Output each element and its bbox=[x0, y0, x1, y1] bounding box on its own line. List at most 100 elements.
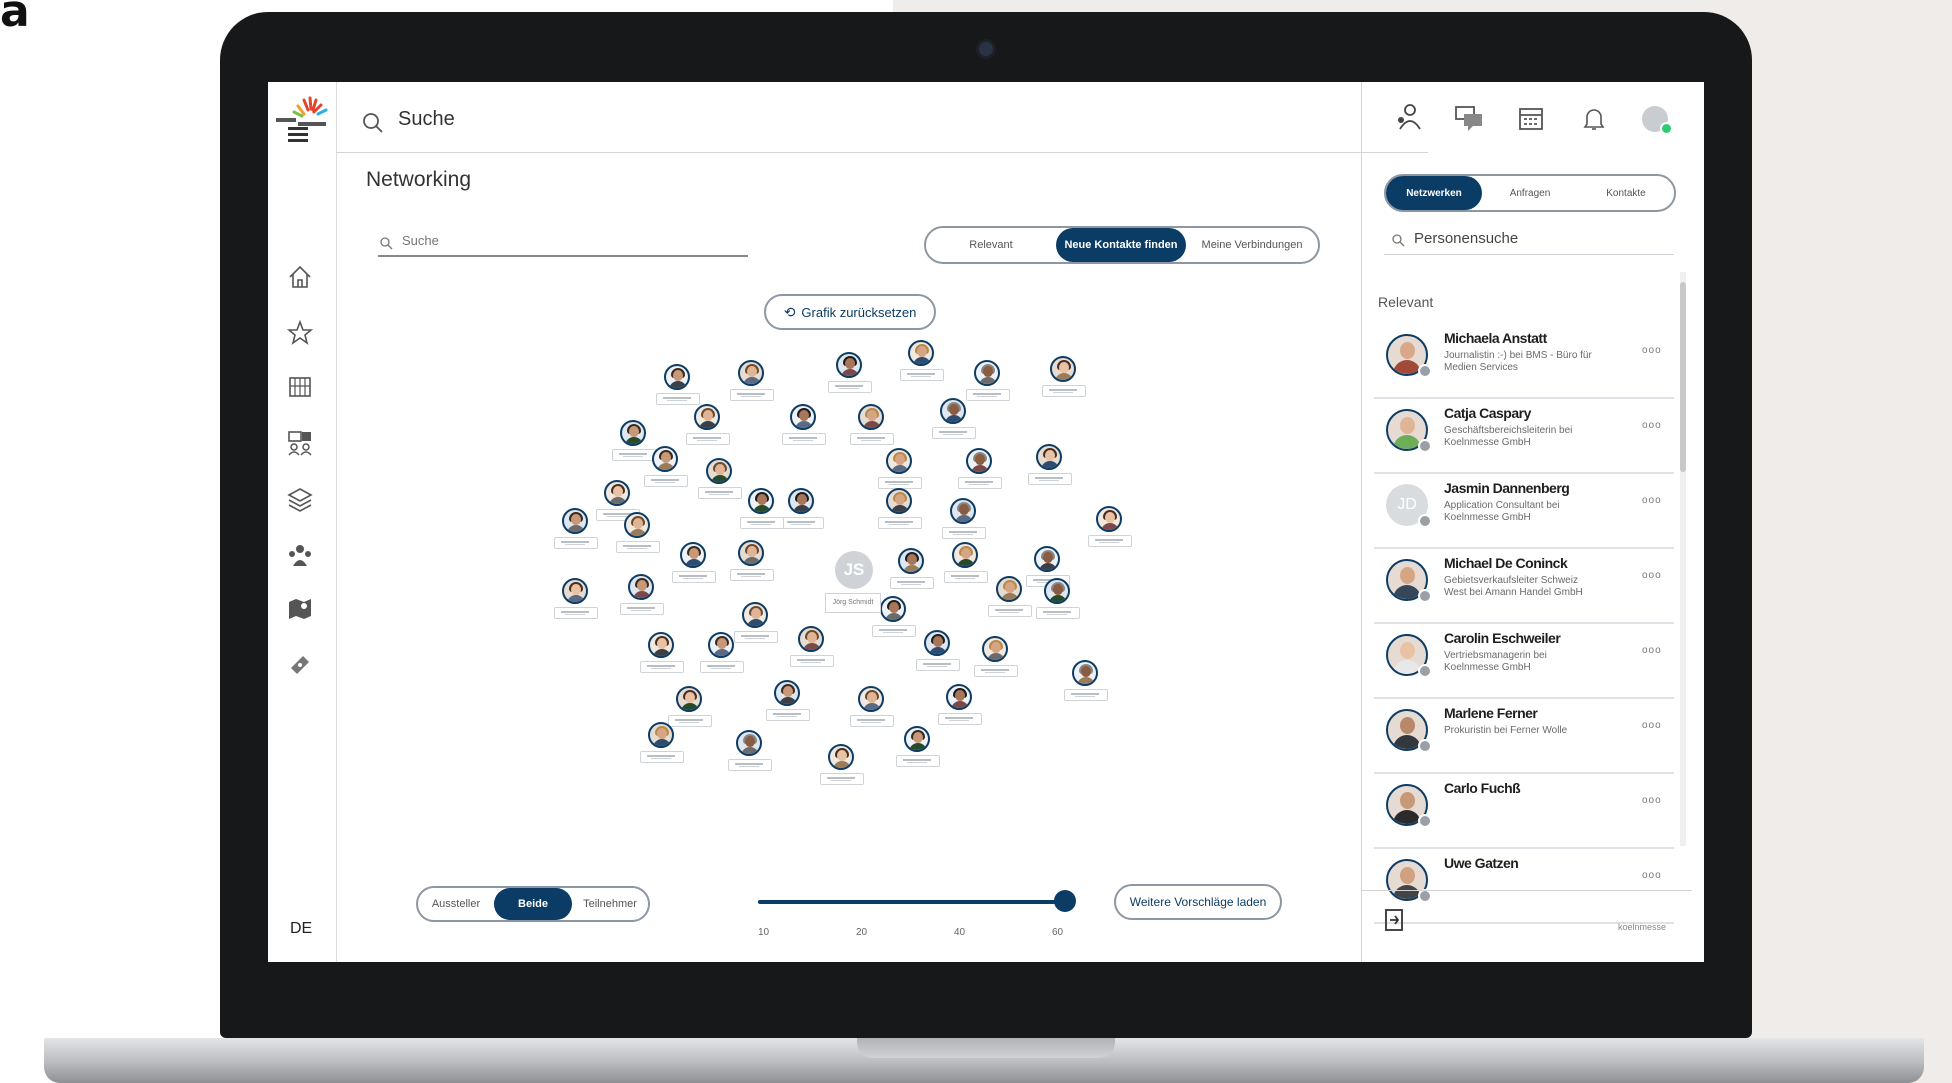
exit-icon[interactable] bbox=[1384, 908, 1406, 932]
map-icon[interactable] bbox=[287, 596, 313, 622]
tab-anfragen[interactable]: Anfragen bbox=[1482, 176, 1578, 210]
language-label[interactable]: DE bbox=[290, 920, 312, 938]
filter-tabs: Relevant Neue Kontakte finden Meine Verb… bbox=[924, 226, 1320, 264]
contact-label bbox=[780, 517, 824, 529]
ticket-icon[interactable] bbox=[287, 652, 313, 678]
count-slider-track[interactable] bbox=[758, 900, 1066, 904]
person-avatar-body bbox=[1393, 885, 1421, 899]
contact-label-line bbox=[969, 484, 989, 485]
exhibition-hall-icon[interactable] bbox=[287, 374, 313, 400]
contact-avatar-head bbox=[933, 636, 943, 647]
person-more-button[interactable]: ooo bbox=[1642, 795, 1662, 806]
tab-new-contacts[interactable]: Neue Kontakte finden bbox=[1056, 228, 1186, 262]
tab-beide[interactable]: Beide bbox=[494, 888, 572, 920]
person-list-item[interactable]: Michaela Anstatt Journalistin :-) bei BMS… bbox=[1374, 322, 1674, 399]
hamburger-menu-icon[interactable] bbox=[288, 127, 308, 143]
contact-avatar-head bbox=[799, 410, 809, 421]
network-search-input[interactable]: Suche bbox=[402, 233, 439, 248]
contact-avatar-body bbox=[633, 591, 651, 598]
contact-label bbox=[828, 381, 872, 393]
person-more-button[interactable]: ooo bbox=[1642, 420, 1662, 431]
center-node[interactable]: JS Jörg Schmidt bbox=[825, 551, 881, 621]
layers-icon[interactable] bbox=[287, 486, 313, 512]
contact-label bbox=[740, 517, 784, 529]
bell-icon[interactable] bbox=[1582, 106, 1606, 132]
contact-avatar-body bbox=[657, 463, 675, 470]
contact-label-line bbox=[737, 573, 765, 575]
person-list-item[interactable]: Uwe Gatzen ooo bbox=[1374, 847, 1674, 924]
search-icon[interactable] bbox=[362, 112, 384, 134]
contact-avatar-body bbox=[987, 653, 1005, 660]
person-name: Marlene Ferner bbox=[1444, 705, 1538, 721]
count-slider-handle[interactable] bbox=[1054, 890, 1076, 912]
people-list-scrollbar-thumb[interactable] bbox=[1680, 282, 1686, 472]
contact-avatar-body bbox=[741, 747, 759, 754]
contact-label-line bbox=[675, 719, 703, 721]
star-icon[interactable] bbox=[287, 320, 313, 346]
contact-label-line bbox=[747, 521, 775, 523]
person-search-input[interactable]: Personensuche bbox=[1414, 230, 1518, 247]
people-board-icon[interactable] bbox=[287, 430, 313, 456]
chat-icon[interactable] bbox=[1454, 104, 1484, 132]
tab-netzwerken[interactable]: Netzwerken bbox=[1386, 176, 1482, 210]
contact-label bbox=[782, 433, 826, 445]
person-list-item[interactable]: Catja Caspary Geschäftsbereichsleiterin b… bbox=[1374, 397, 1674, 474]
contacts-icon[interactable] bbox=[1394, 102, 1424, 132]
load-more-button[interactable]: Weitere Vorschläge laden bbox=[1114, 884, 1282, 920]
contact-avatar bbox=[858, 686, 884, 712]
contact-label-line bbox=[647, 665, 675, 667]
contact-label bbox=[686, 433, 730, 445]
contact-avatar bbox=[924, 630, 950, 656]
contact-label-line bbox=[787, 521, 815, 523]
contact-label-line bbox=[949, 531, 977, 533]
top-divider bbox=[336, 152, 1428, 153]
contact-label bbox=[620, 603, 664, 615]
contact-avatar bbox=[858, 404, 884, 430]
person-list-item[interactable]: Carolin Eschweiler Vertriebsmanagerin bei… bbox=[1374, 622, 1674, 699]
contact-label-line bbox=[857, 719, 885, 721]
page-title: Networking bbox=[366, 168, 472, 191]
tab-kontakte[interactable]: Kontakte bbox=[1578, 176, 1674, 210]
contact-label-line bbox=[999, 612, 1019, 613]
tab-teilnehmer[interactable]: Teilnehmer bbox=[572, 888, 648, 920]
contact-avatar bbox=[788, 488, 814, 514]
contact-label-line bbox=[561, 611, 589, 613]
community-icon[interactable] bbox=[287, 542, 313, 568]
person-more-button[interactable]: ooo bbox=[1642, 870, 1662, 881]
person-more-button[interactable]: ooo bbox=[1642, 495, 1662, 506]
calendar-icon[interactable] bbox=[1518, 105, 1544, 131]
tab-aussteller[interactable]: Aussteller bbox=[418, 888, 494, 920]
contact-label-line bbox=[751, 524, 771, 525]
user-avatar[interactable] bbox=[1642, 106, 1673, 135]
tab-my-connections[interactable]: Meine Verbindungen bbox=[1186, 228, 1318, 262]
global-search-input[interactable]: Suche bbox=[398, 108, 455, 131]
people-list-scrollbar[interactable] bbox=[1680, 272, 1686, 846]
contact-avatar bbox=[562, 578, 588, 604]
person-list-item[interactable]: Michael De Coninck Gebietsverkaufsleiter … bbox=[1374, 547, 1674, 624]
contact-label-line bbox=[953, 534, 973, 535]
person-more-button[interactable]: ooo bbox=[1642, 720, 1662, 731]
contact-avatar-head bbox=[685, 692, 695, 703]
home-icon[interactable] bbox=[287, 264, 313, 290]
person-avatar-head bbox=[1400, 642, 1415, 659]
contact-label-line bbox=[1043, 611, 1071, 613]
person-more-button[interactable]: ooo bbox=[1642, 570, 1662, 581]
person-avatar-body bbox=[1393, 810, 1421, 824]
contact-avatar-head bbox=[895, 454, 905, 465]
tab-relevant[interactable]: Relevant bbox=[926, 228, 1056, 262]
person-list-item[interactable]: Marlene Ferner Prokuristin bei Ferner Wol… bbox=[1374, 697, 1674, 774]
network-graph[interactable] bbox=[408, 312, 1268, 962]
person-avatar-head bbox=[1400, 342, 1415, 359]
person-more-button[interactable]: ooo bbox=[1642, 345, 1662, 356]
contact-label bbox=[730, 569, 774, 581]
contact-avatar-body bbox=[793, 505, 811, 512]
person-list-item[interactable]: JD Jasmin Dannenberg Application Consultan… bbox=[1374, 472, 1674, 549]
person-avatar-body bbox=[1393, 735, 1421, 749]
contact-label-line bbox=[951, 575, 979, 577]
contact-label bbox=[790, 655, 834, 667]
person-more-button[interactable]: ooo bbox=[1642, 645, 1662, 656]
camera bbox=[979, 42, 993, 56]
person-list-item[interactable]: Carlo Fuchß ooo bbox=[1374, 772, 1674, 849]
contact-avatar-head bbox=[1043, 552, 1053, 563]
contact-avatar bbox=[738, 360, 764, 386]
